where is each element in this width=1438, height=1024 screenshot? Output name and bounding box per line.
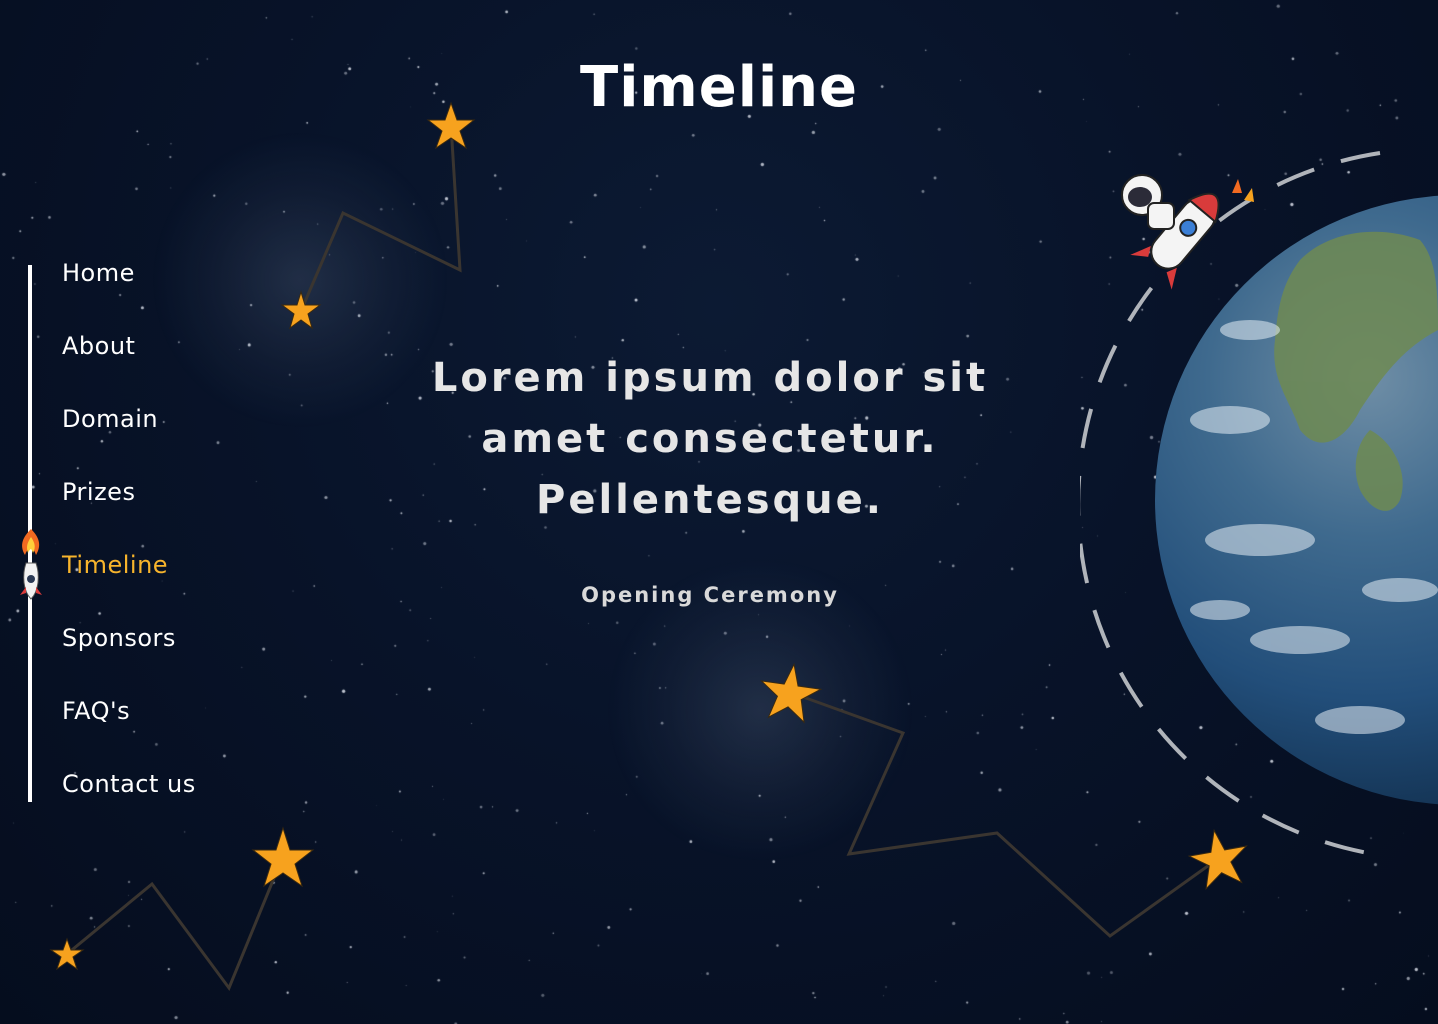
star-icon — [280, 290, 322, 330]
rocket-icon — [20, 529, 42, 600]
astronaut-icon — [1121, 174, 1254, 290]
timeline-event-label: Opening Ceremony — [581, 583, 839, 607]
earth-illustration — [1080, 151, 1438, 857]
nav-item-faqs[interactable]: FAQ's — [62, 697, 130, 725]
timeline-headline: Lorem ipsum dolor sit amet consectetur. … — [431, 355, 989, 523]
star-icon — [759, 662, 823, 724]
nav-item-prizes[interactable]: Prizes — [62, 478, 135, 506]
constellation-line — [299, 124, 462, 312]
nav-item-about[interactable]: About — [62, 332, 135, 360]
nav-item-sponsors[interactable]: Sponsors — [62, 624, 176, 652]
constellation-line — [66, 855, 285, 992]
nav-item-home[interactable]: Home — [62, 259, 135, 287]
nav-item-contact[interactable]: Contact us — [62, 770, 196, 798]
star-icon — [251, 826, 315, 888]
page-title: Timeline — [580, 55, 858, 120]
nav-item-timeline[interactable]: Timeline — [62, 551, 168, 579]
nav-item-domain[interactable]: Domain — [62, 405, 158, 433]
